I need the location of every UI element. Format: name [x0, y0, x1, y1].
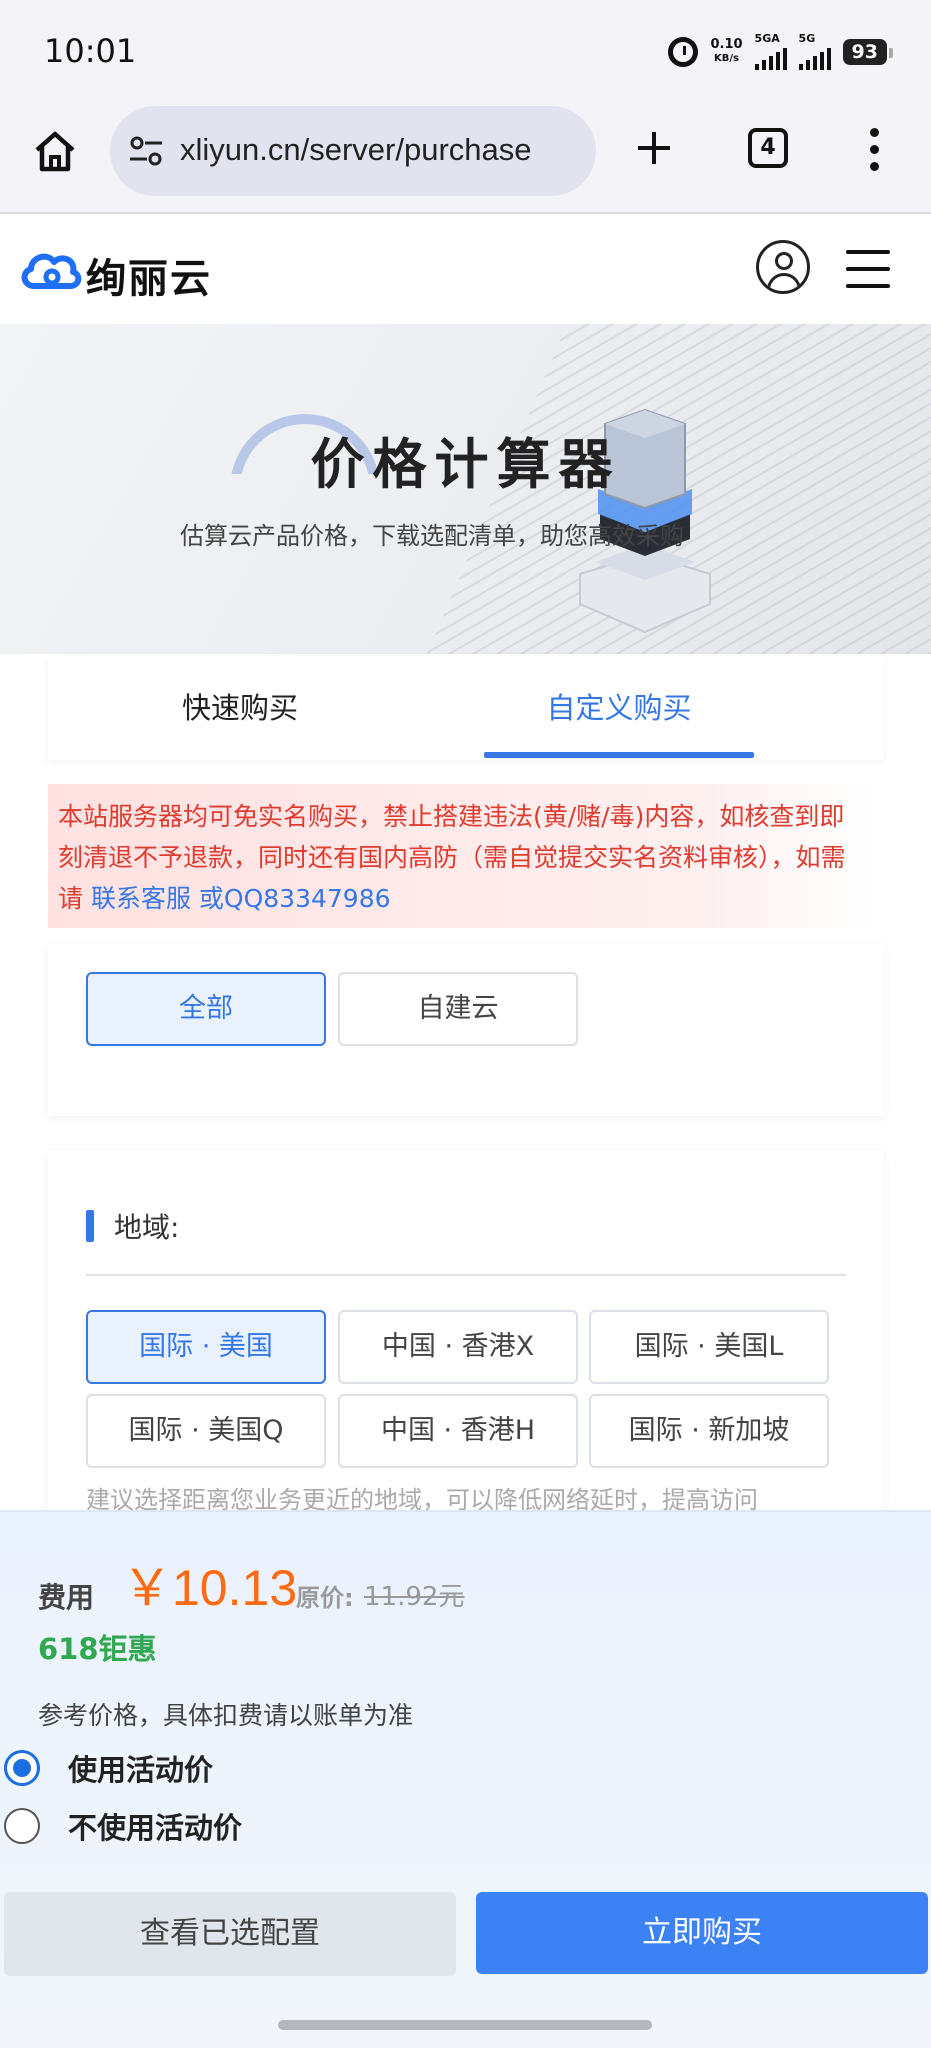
purchase-mode-tabs: 快速购买 自定义购买	[48, 656, 884, 760]
view-selected-config-button[interactable]: 查看已选配置	[4, 1892, 456, 1976]
current-price: ￥10.13	[122, 1560, 298, 1616]
pricing-panel: 费用 ￥10.13 原价: 11.92元 618钜惠 参考价格，具体扣费请以账单…	[0, 1510, 931, 2048]
no-promo-label[interactable]: 不使用活动价	[68, 1805, 242, 1847]
filter-self-built-cloud-button[interactable]: 自建云	[338, 972, 578, 1046]
use-promo-option[interactable]: 使用活动价	[4, 1748, 213, 1788]
site-logo-text[interactable]: 绚丽云	[86, 246, 212, 304]
status-icons: 0.10 KB/s 5GA 5G 93	[668, 32, 894, 70]
region-us-button[interactable]: 国际 · 美国	[86, 1310, 326, 1384]
no-promo-option[interactable]: 不使用活动价	[4, 1806, 242, 1846]
region-hongkong-h-button[interactable]: 中国 · 香港H	[338, 1394, 578, 1468]
tab-custom-purchase[interactable]: 自定义购买	[484, 656, 754, 760]
original-price-label: 原价:	[296, 1584, 354, 1612]
address-bar[interactable]: xliyun.cn/server/purchase	[110, 106, 596, 196]
region-us-q-button[interactable]: 国际 · 美国Q	[86, 1394, 326, 1468]
new-tab-icon[interactable]	[636, 130, 672, 166]
battery-icon: 93	[842, 39, 894, 65]
cloud-logo-icon[interactable]	[18, 246, 82, 292]
fee-label: 费用	[38, 1581, 95, 1614]
signal-5ga-icon: 5GA	[754, 32, 787, 70]
browser-toolbar: xliyun.cn/server/purchase 4	[0, 100, 931, 214]
qq-contact-link[interactable]: 或QQ83347986	[191, 884, 391, 913]
hamburger-menu-icon[interactable]	[846, 250, 890, 288]
buy-now-button[interactable]: 立即购买	[476, 1892, 928, 1974]
home-icon[interactable]	[32, 128, 78, 174]
hero-title: 价格计算器	[310, 433, 621, 496]
use-promo-label[interactable]: 使用活动价	[68, 1747, 213, 1789]
tab-quick-purchase[interactable]: 快速购买	[48, 656, 432, 760]
reference-price-note: 参考价格，具体扣费请以账单为准	[38, 1701, 414, 1730]
network-speed: 0.10 KB/s	[710, 37, 743, 65]
original-price: 11.92元	[364, 1582, 465, 1612]
product-filter-card: 全部 自建云	[48, 944, 884, 1116]
site-settings-icon[interactable]	[128, 134, 164, 168]
contact-support-link[interactable]: 联系客服	[91, 884, 191, 913]
filter-all-button[interactable]: 全部	[86, 972, 326, 1046]
more-menu-icon[interactable]	[870, 128, 882, 172]
alarm-icon	[668, 37, 699, 67]
section-marker	[86, 1210, 94, 1242]
region-singapore-button[interactable]: 国际 · 新加坡	[589, 1394, 829, 1468]
signal-5g-icon: 5G	[798, 32, 831, 70]
hero-banner: 价格计算器 估算云产品价格，下载选配清单，助您高效采购	[0, 324, 931, 654]
tab-switcher-icon[interactable]: 4	[748, 128, 788, 168]
use-promo-radio[interactable]	[4, 1750, 40, 1786]
region-label: 地域:	[114, 1211, 180, 1244]
active-tab-indicator	[484, 752, 754, 758]
url-text[interactable]: xliyun.cn/server/purchase	[180, 132, 532, 168]
status-bar: 10:01 0.10 KB/s 5GA 5G 93	[0, 0, 931, 100]
region-card: 地域: 国际 · 美国 中国 · 香港X 国际 · 美国L 国际 · 美国Q 中…	[48, 1150, 884, 1514]
promo-label: 618钜惠	[38, 1632, 157, 1666]
hero-subtitle: 估算云产品价格，下载选配清单，助您高效采购	[180, 522, 684, 550]
divider	[86, 1274, 846, 1276]
gesture-nav-handle[interactable]	[278, 2020, 652, 2030]
notice-banner: 本站服务器均可免实名购买，禁止搭建违法(黄/赌/毒)内容，如核查到即刻清退不予退…	[48, 784, 874, 928]
user-account-icon[interactable]	[756, 240, 810, 294]
region-hongkong-x-button[interactable]: 中国 · 香港X	[338, 1310, 578, 1384]
no-promo-radio[interactable]	[4, 1808, 40, 1844]
status-time: 10:01	[44, 32, 137, 70]
region-us-l-button[interactable]: 国际 · 美国L	[589, 1310, 829, 1384]
site-header: 绚丽云	[0, 216, 931, 324]
